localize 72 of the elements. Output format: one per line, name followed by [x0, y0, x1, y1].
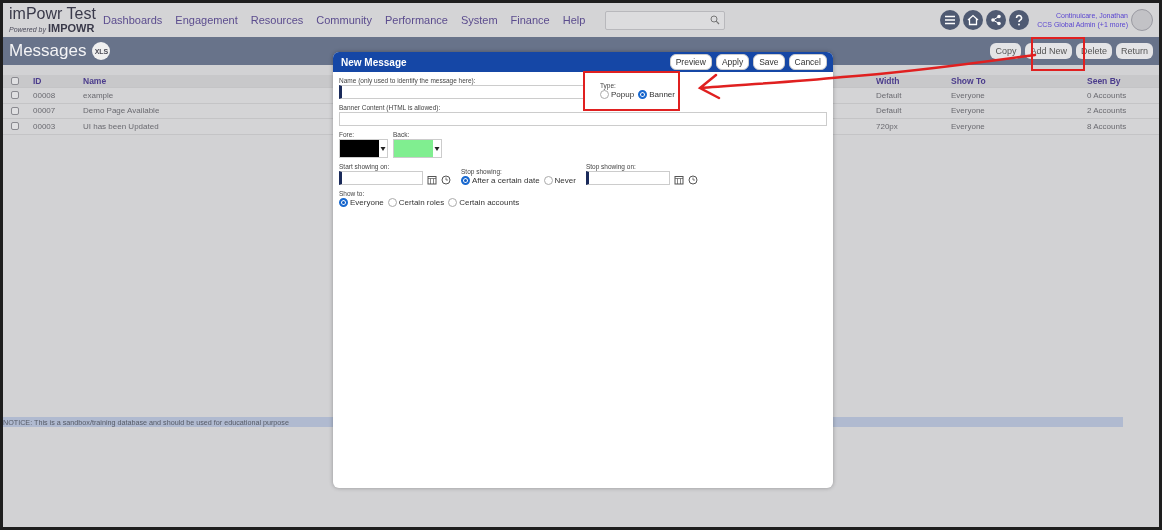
table-cell: 0 Accounts — [1087, 90, 1127, 100]
option-label: Everyone — [350, 198, 384, 207]
color-picker[interactable] — [339, 139, 388, 158]
option-label: Banner — [649, 90, 675, 99]
nav-link[interactable]: Finance — [510, 14, 550, 26]
page-title: Messages — [9, 41, 87, 61]
input-field[interactable] — [339, 112, 827, 126]
checkbox[interactable] — [11, 122, 19, 131]
checkbox[interactable] — [11, 91, 19, 100]
option-label: Certain accounts — [459, 198, 520, 207]
nav-link[interactable]: System — [460, 14, 498, 26]
help-icon[interactable] — [1009, 10, 1030, 30]
dialog-button[interactable]: Preview — [669, 54, 712, 70]
nav-link[interactable]: Dashboards — [103, 14, 163, 26]
nav-link[interactable]: Engagement — [175, 14, 238, 26]
nav-link[interactable]: Performance — [384, 14, 448, 26]
column-header[interactable]: ID — [33, 76, 42, 86]
input-field[interactable] — [585, 171, 670, 185]
table-cell: 720px — [876, 121, 898, 131]
option-label: Never — [554, 176, 576, 185]
option-label: After a certain date — [472, 176, 540, 185]
table-cell: Everyone — [951, 106, 985, 116]
table-cell: 8 Accounts — [1087, 121, 1127, 131]
nav-link[interactable]: Resources — [250, 14, 304, 26]
clock-icon[interactable] — [441, 175, 451, 185]
table-cell: 2 Accounts — [1087, 106, 1127, 116]
column-header[interactable]: Name — [83, 76, 107, 86]
dialog-button[interactable]: Save — [753, 54, 785, 70]
checkbox[interactable] — [11, 106, 19, 115]
radio-button[interactable] — [448, 198, 458, 207]
column-header[interactable]: Show To — [951, 76, 986, 86]
color-picker[interactable] — [393, 139, 442, 158]
table-cell: 00007 — [33, 106, 56, 116]
radio-button[interactable] — [543, 176, 553, 185]
column-header[interactable]: Width — [876, 76, 900, 86]
dialog-button[interactable]: Cancel — [788, 54, 827, 70]
table-cell: Everyone — [951, 121, 985, 131]
calendar-icon[interactable] — [427, 175, 437, 185]
list-icon[interactable] — [940, 10, 961, 30]
share-icon[interactable] — [986, 10, 1007, 30]
app-title: imPowr Test — [9, 6, 97, 22]
dialog-button[interactable]: Apply — [715, 54, 750, 70]
radio-button[interactable] — [600, 90, 609, 99]
table-cell: 00008 — [33, 90, 56, 100]
search-field[interactable] — [605, 10, 726, 30]
table-cell: example — [83, 90, 114, 100]
nav-link[interactable]: Help — [562, 14, 586, 26]
table-cell: Everyone — [951, 90, 985, 100]
radio-button[interactable] — [461, 176, 470, 185]
nav-link[interactable]: Community — [316, 14, 372, 26]
input-field[interactable] — [339, 85, 584, 99]
toolbar-button[interactable]: Copy — [990, 43, 1022, 59]
calendar-icon[interactable] — [673, 175, 684, 185]
column-header[interactable]: Seen By — [1087, 76, 1121, 86]
search-icon — [710, 15, 721, 25]
clock-icon[interactable] — [687, 175, 698, 185]
table-cell: Demo Page Available — [83, 106, 160, 116]
table-cell: UI has been Updated — [83, 121, 159, 131]
table-cell: Default — [876, 90, 902, 100]
toolbar-button[interactable]: Return — [1116, 43, 1153, 59]
input-field[interactable] — [339, 171, 423, 185]
table-cell: 00003 — [33, 121, 56, 131]
home-icon[interactable] — [963, 10, 984, 30]
dialog-title: New Message — [341, 56, 407, 68]
table-cell: Default — [876, 106, 902, 116]
radio-button[interactable] — [387, 198, 397, 207]
checkbox[interactable] — [11, 77, 19, 85]
brand-logo: IMPOWR — [47, 22, 95, 34]
radio-button[interactable] — [339, 198, 348, 207]
option-label: Popup — [611, 90, 635, 99]
radio-button[interactable] — [638, 90, 648, 99]
option-label: Certain roles — [398, 198, 445, 207]
